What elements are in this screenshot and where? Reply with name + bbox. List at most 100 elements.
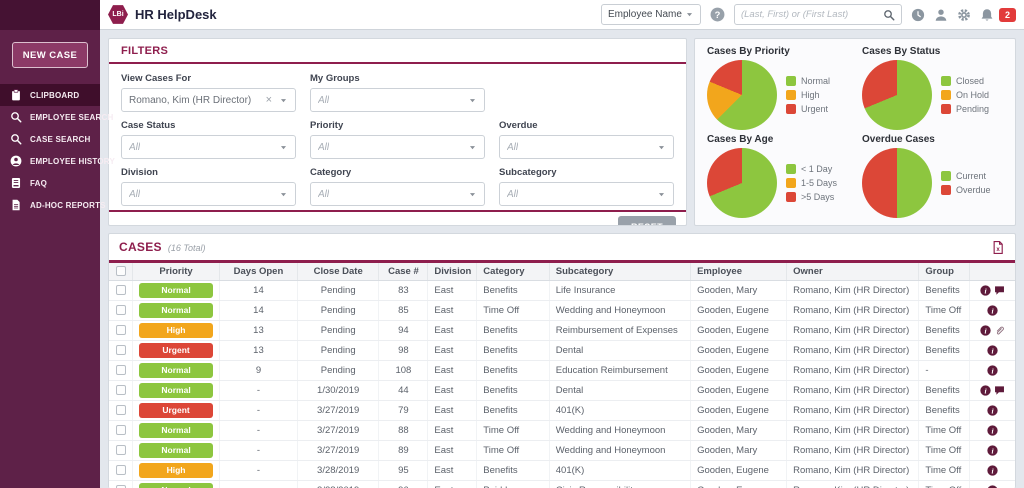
pie-overdue-cases — [862, 148, 932, 218]
filter-select-division[interactable]: All — [121, 182, 296, 206]
row-checkbox[interactable] — [116, 425, 126, 435]
info-icon[interactable]: i — [987, 425, 998, 436]
filter-select-value: All — [318, 142, 329, 153]
info-icon[interactable]: i — [980, 325, 991, 336]
notification-badge[interactable]: 2 — [999, 8, 1016, 22]
cell-subcategory: 401(K) — [549, 401, 690, 421]
history-icon[interactable] — [911, 8, 925, 22]
info-icon[interactable]: i — [987, 345, 998, 356]
paperclip-icon[interactable] — [994, 325, 1005, 336]
sidebar-item-case-search[interactable]: CASE SEARCH — [0, 128, 100, 150]
sidebar-item-employee-history[interactable]: EMPLOYEE HISTORY — [0, 150, 100, 172]
cell-close-date: Pending — [297, 301, 379, 321]
help-icon[interactable]: ? — [710, 7, 725, 22]
sidebar: NEW CASE CLIPBOARDEMPLOYEE SEARCHCASE SE… — [0, 0, 100, 488]
charts-panel: Cases By PriorityNormalHighUrgentCases B… — [694, 38, 1016, 226]
info-icon[interactable]: i — [987, 445, 998, 456]
legend-swatch — [941, 185, 951, 195]
filter-select-my-groups[interactable]: All — [310, 88, 485, 112]
table-row: Normal9Pending108EastBenefitsEducation R… — [109, 361, 1015, 381]
cell-category: Benefits — [477, 401, 549, 421]
cell-priority: Normal — [133, 441, 220, 461]
filter-select-case-status[interactable]: All — [121, 135, 296, 159]
export-icon[interactable]: x — [991, 240, 1005, 255]
info-icon[interactable]: i — [980, 285, 991, 296]
chevron-down-icon — [468, 190, 477, 199]
row-checkbox[interactable] — [116, 385, 126, 395]
comment-icon[interactable] — [994, 385, 1005, 396]
cell-close-date: Pending — [297, 341, 379, 361]
filter-select-priority[interactable]: All — [310, 135, 485, 159]
cell-group: Benefits — [919, 321, 970, 341]
filter-field-overdue: OverdueAll — [499, 120, 674, 159]
new-case-button[interactable]: NEW CASE — [12, 42, 88, 68]
info-icon[interactable]: i — [980, 385, 991, 396]
sidebar-item-ad-hoc-reports[interactable]: AD-HOC REPORTS — [0, 194, 100, 216]
cases-title: CASES — [119, 240, 162, 254]
legend-item: Overdue — [941, 185, 991, 195]
chevron-down-icon — [279, 143, 288, 152]
gear-icon[interactable] — [957, 8, 971, 22]
row-checkbox[interactable] — [116, 305, 126, 315]
select-all-checkbox[interactable] — [116, 266, 126, 276]
cell-group: Time Off — [919, 441, 970, 461]
info-icon[interactable]: i — [987, 305, 998, 316]
clear-icon[interactable]: × — [262, 94, 279, 106]
cell-priority: Normal — [133, 361, 220, 381]
column-header-checkbox — [109, 263, 133, 281]
cell-owner: Romano, Kim (HR Director) — [787, 481, 919, 488]
priority-badge: Urgent — [139, 343, 213, 358]
priority-badge: Normal — [139, 363, 213, 378]
filter-select-view-cases-for[interactable]: Romano, Kim (HR Director)× — [121, 88, 296, 112]
comment-icon[interactable] — [994, 285, 1005, 296]
row-checkbox[interactable] — [116, 465, 126, 475]
priority-badge: High — [139, 323, 213, 338]
column-header-actions — [970, 263, 1015, 281]
legend-item: 1-5 Days — [786, 178, 837, 188]
bell-icon[interactable] — [980, 8, 994, 22]
cell-group: Benefits — [919, 341, 970, 361]
info-icon[interactable]: i — [987, 365, 998, 376]
row-checkbox[interactable] — [116, 365, 126, 375]
cell-category: Time Off — [477, 441, 549, 461]
row-checkbox[interactable] — [116, 325, 126, 335]
cell-days-open: - — [220, 481, 298, 488]
search-mode-select[interactable]: Employee Name — [601, 4, 701, 25]
cell-employee: Gooden, Mary — [691, 281, 787, 301]
cell-subcategory: Reimbursement of Expenses — [549, 321, 690, 341]
info-icon[interactable]: i — [987, 405, 998, 416]
sidebar-item-clipboard[interactable]: CLIPBOARD — [0, 84, 100, 106]
row-checkbox[interactable] — [116, 285, 126, 295]
cell-owner: Romano, Kim (HR Director) — [787, 341, 919, 361]
legend-swatch — [786, 76, 796, 86]
row-action-icons: i — [976, 445, 1009, 456]
cell-priority: Normal — [133, 281, 220, 301]
filter-field-subcategory: SubcategoryAll — [499, 167, 674, 206]
filter-select-subcategory[interactable]: All — [499, 182, 674, 206]
chart-title: Cases By Age — [707, 131, 848, 147]
sidebar-item-faq[interactable]: FAQ — [0, 172, 100, 194]
filter-select-overdue[interactable]: All — [499, 135, 674, 159]
chevron-down-icon — [657, 143, 666, 152]
info-icon[interactable]: i — [987, 465, 998, 476]
cell-actions: i — [970, 301, 1015, 321]
row-checkbox[interactable] — [116, 345, 126, 355]
filter-select-category[interactable]: All — [310, 182, 485, 206]
row-action-icons: i — [976, 405, 1009, 416]
chart-cases-by-age: Cases By Age< 1 Day1-5 Days>5 Days — [707, 131, 848, 219]
cell-priority: Normal — [133, 421, 220, 441]
sidebar-item-employee-search[interactable]: EMPLOYEE SEARCH — [0, 106, 100, 128]
search-box — [734, 4, 902, 25]
cell-division: East — [428, 321, 477, 341]
search-icon[interactable] — [883, 9, 895, 21]
filter-label: View Cases For — [121, 73, 296, 84]
row-checkbox[interactable] — [116, 445, 126, 455]
row-checkbox[interactable] — [116, 405, 126, 415]
priority-badge: High — [139, 463, 213, 478]
search-input[interactable] — [741, 9, 883, 20]
user-icon[interactable] — [934, 8, 948, 22]
reset-button[interactable]: RESET — [618, 216, 676, 226]
legend-label: Closed — [956, 76, 984, 86]
cell-division: East — [428, 281, 477, 301]
legend-label: < 1 Day — [801, 164, 832, 174]
